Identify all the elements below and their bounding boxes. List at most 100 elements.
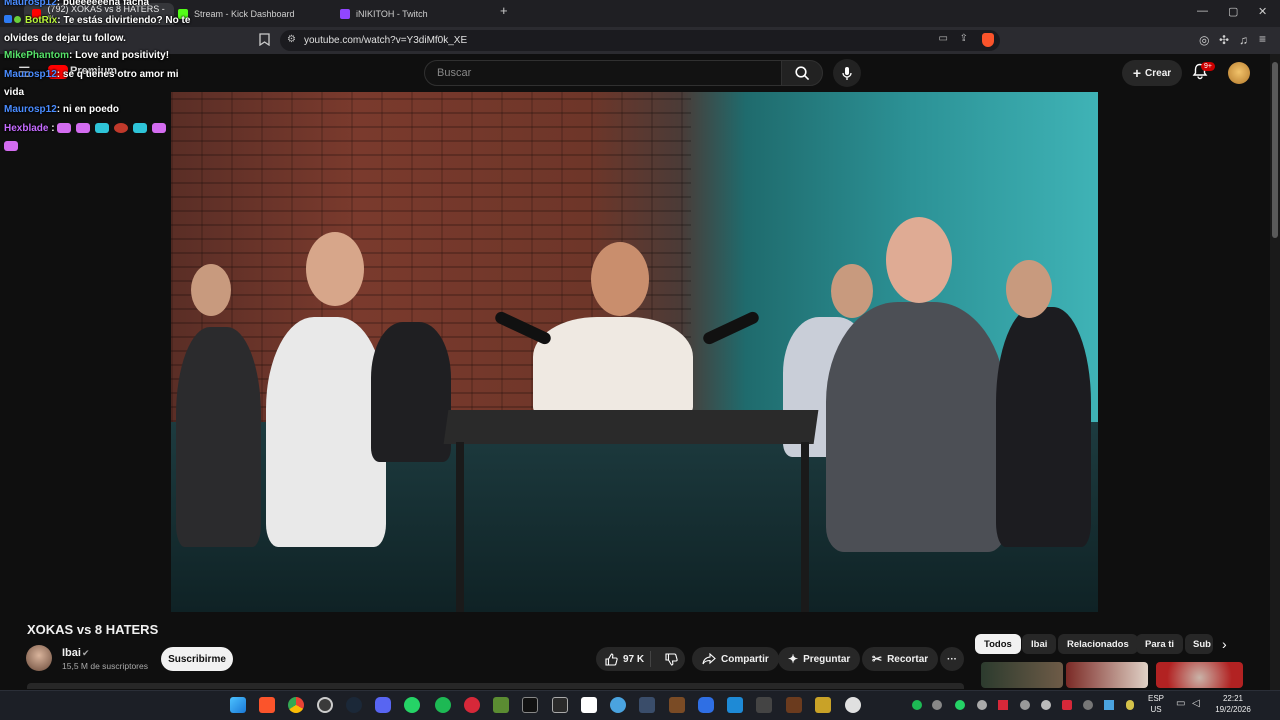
video-player[interactable]	[171, 92, 1098, 612]
clip-label: Recortar	[887, 653, 929, 665]
voice-search-button[interactable]	[833, 59, 861, 87]
tray-icon[interactable]	[1020, 700, 1030, 710]
red-app-icon[interactable]	[464, 697, 480, 713]
close-window-button[interactable]: ✕	[1258, 5, 1267, 18]
tray-whatsapp-icon[interactable]	[955, 700, 965, 710]
search-button[interactable]	[781, 60, 823, 86]
search-input[interactable]: Buscar	[424, 60, 782, 86]
video-frame-table	[443, 410, 819, 444]
channel-avatar[interactable]	[26, 645, 52, 671]
recommended-thumbnail[interactable]	[1156, 662, 1243, 688]
video-frame-person	[176, 327, 261, 547]
yellow-app-icon[interactable]	[815, 697, 831, 713]
minecraft-icon[interactable]	[493, 697, 509, 713]
notion-icon[interactable]	[581, 697, 597, 713]
tray-spotify-icon[interactable]	[912, 700, 922, 710]
clip-button[interactable]: ✂ Recortar	[862, 647, 939, 671]
tray-icon[interactable]	[932, 700, 942, 710]
bookmark-icon[interactable]	[259, 33, 270, 49]
wallet-icon[interactable]: ◎	[1199, 33, 1209, 47]
video-frame-person	[533, 317, 693, 417]
cast-icon[interactable]: ▭	[939, 33, 948, 44]
obs-icon[interactable]	[317, 697, 333, 713]
extensions-icon[interactable]: ✣	[1219, 33, 1229, 47]
share-page-icon[interactable]: ⇪	[960, 33, 968, 44]
page-scrollbar-thumb[interactable]	[1272, 62, 1278, 238]
discord-icon[interactable]	[375, 697, 391, 713]
dislike-button[interactable]	[656, 652, 678, 666]
more-actions-button[interactable]: ···	[940, 647, 964, 671]
maximize-button[interactable]: ▢	[1228, 5, 1238, 18]
keyboard-layout: US	[1150, 705, 1162, 714]
settings-app-icon[interactable]	[610, 697, 626, 713]
brave-browser-icon[interactable]	[259, 697, 275, 713]
chip-todos[interactable]: Todos	[975, 634, 1021, 654]
chat-text: :	[48, 123, 55, 134]
game-launcher-icon[interactable]	[639, 697, 655, 713]
chip-ibai[interactable]: Ibai	[1022, 634, 1057, 654]
vscode-icon[interactable]	[727, 697, 743, 713]
volume-icon[interactable]: ◁	[1192, 698, 1200, 709]
chat-text: : bueeeeeena facha	[56, 0, 150, 8]
tray-icon[interactable]	[1062, 700, 1072, 710]
plus-icon: +	[1132, 65, 1142, 81]
chat-message: Maurosp12: bueeeeeena facha	[4, 0, 194, 12]
music-icon[interactable]: ♫	[1239, 33, 1248, 47]
channel-name[interactable]: Ibai	[62, 647, 81, 659]
menu-icon[interactable]: ≡	[1259, 32, 1266, 46]
spotify-icon[interactable]	[435, 697, 451, 713]
network-icon[interactable]: ▭	[1176, 698, 1185, 709]
chat-message: BotRix: Te estás divirtiendo? No te olvi…	[4, 12, 194, 48]
description-box[interactable]	[27, 683, 964, 689]
tab-twitch[interactable]: iNIKITOH - Twitch	[332, 3, 492, 25]
ask-label: Preguntar	[803, 653, 851, 665]
recommended-thumbnail[interactable]	[1066, 662, 1148, 688]
whatsapp-icon[interactable]	[404, 697, 420, 713]
video-frame-head	[831, 264, 873, 318]
tray-icon[interactable]	[977, 700, 987, 710]
share-button[interactable]: Compartir	[692, 647, 779, 671]
verified-badge-icon	[14, 16, 21, 23]
chips-next-chevron-icon[interactable]: ›	[1222, 636, 1227, 652]
media-app-icon[interactable]	[669, 697, 685, 713]
minimize-button[interactable]: —	[1197, 5, 1208, 17]
video-frame-microphone	[701, 309, 761, 347]
subscribe-button[interactable]: Suscribirme	[161, 647, 233, 671]
capcut-icon[interactable]	[522, 697, 538, 713]
chat-username: Maurosp12	[4, 104, 57, 115]
tray-icon[interactable]	[1104, 700, 1114, 710]
tray-icon[interactable]	[1041, 700, 1051, 710]
ask-button[interactable]: ✦ Preguntar	[778, 647, 861, 671]
video-frame-head	[591, 242, 649, 316]
tray-headset-icon[interactable]	[1083, 700, 1093, 710]
brave-shield-icon[interactable]	[982, 33, 994, 47]
chip-relacionados[interactable]: Relacionados	[1058, 634, 1138, 654]
game-icon[interactable]	[786, 697, 802, 713]
chrome-icon[interactable]	[288, 697, 304, 713]
taskbar-clock[interactable]: 22:21 19/2/2026	[1210, 693, 1256, 715]
blue-app-icon[interactable]	[698, 697, 714, 713]
tool-icon[interactable]	[756, 697, 772, 713]
epic-games-icon[interactable]	[552, 697, 568, 713]
character-app-icon[interactable]	[845, 697, 861, 713]
chip-para-ti[interactable]: Para ti	[1136, 634, 1184, 654]
steam-icon[interactable]	[346, 697, 362, 713]
bow-emote-icon	[4, 141, 18, 152]
tray-mic-icon[interactable]	[1126, 700, 1134, 710]
video-frame-person	[826, 302, 1006, 552]
tray-download-icon[interactable]	[998, 700, 1008, 710]
recommended-thumbnail[interactable]	[981, 662, 1063, 688]
url-field[interactable]: ⚙ youtube.com/watch?v=Y3diMf0k_XE ▭ ⇪	[280, 30, 1000, 51]
create-button[interactable]: + Crear	[1122, 60, 1182, 86]
bow-emote-icon	[57, 123, 72, 134]
video-frame-table-leg	[801, 442, 809, 612]
windows-start-icon[interactable]	[230, 697, 246, 713]
site-info-icon[interactable]: ⚙	[287, 34, 296, 45]
input-language-indicator[interactable]: ESP US	[1146, 693, 1166, 715]
new-tab-button[interactable]: +	[500, 3, 508, 18]
video-frame-head	[1006, 260, 1052, 318]
like-button[interactable]: 97 K	[596, 651, 651, 667]
chip-sub[interactable]: Sub	[1185, 634, 1213, 654]
account-avatar[interactable]	[1228, 62, 1250, 84]
video-frame-table-leg	[456, 442, 464, 612]
